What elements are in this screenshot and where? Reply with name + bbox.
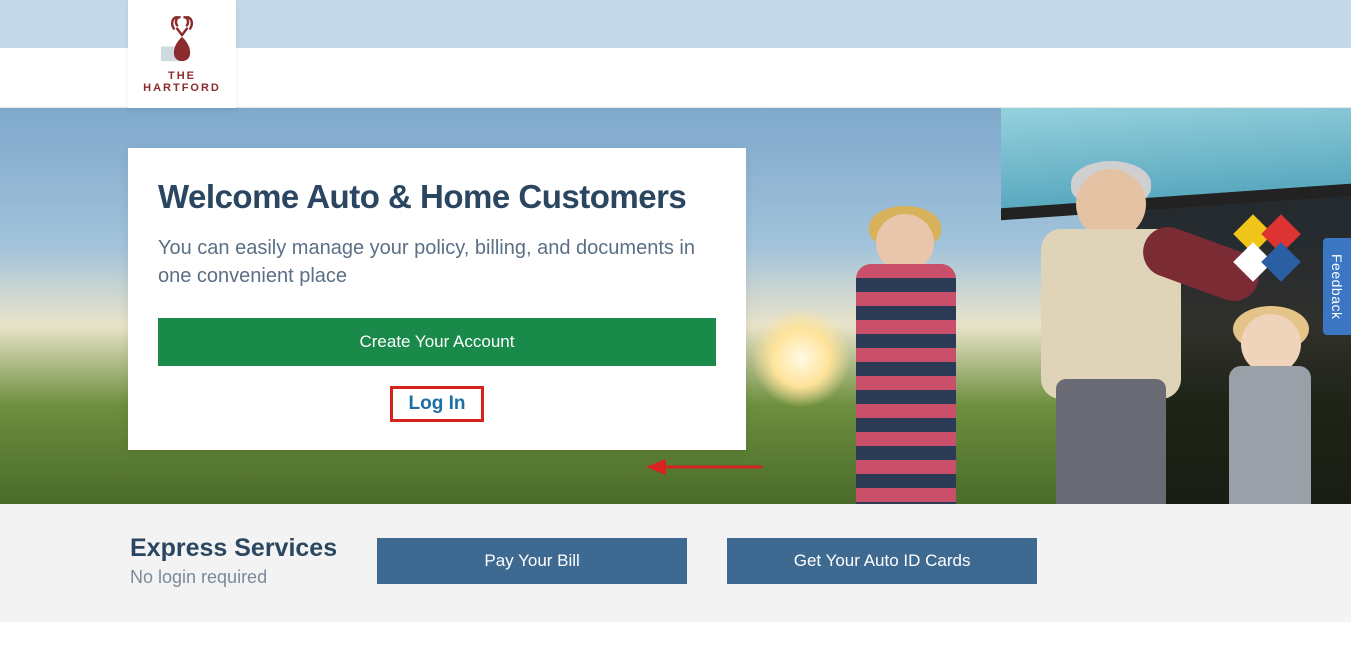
footer-spacer bbox=[0, 622, 1351, 646]
brand-text-line1: THE bbox=[168, 70, 196, 82]
hero-section: Welcome Auto & Home Customers You can ea… bbox=[0, 108, 1351, 504]
express-services-heading: Express Services No login required bbox=[130, 534, 337, 588]
brand-text-line2: HARTFORD bbox=[143, 82, 221, 94]
create-account-button[interactable]: Create Your Account bbox=[158, 318, 716, 366]
stag-icon bbox=[156, 14, 208, 66]
hartford-stag-logo: THEHARTFORD bbox=[143, 14, 221, 94]
welcome-title: Welcome Auto & Home Customers bbox=[158, 178, 716, 216]
feedback-tab[interactable]: Feedback bbox=[1323, 238, 1351, 335]
get-auto-id-cards-button[interactable]: Get Your Auto ID Cards bbox=[727, 538, 1037, 584]
login-row: Log In bbox=[158, 386, 716, 422]
brand-logo[interactable]: THEHARTFORD bbox=[128, 0, 236, 108]
main-nav: THEHARTFORD bbox=[0, 48, 1351, 108]
welcome-subtitle: You can easily manage your policy, billi… bbox=[158, 234, 716, 290]
express-subtitle: No login required bbox=[130, 567, 267, 587]
express-title: Express Services bbox=[130, 534, 337, 563]
welcome-card: Welcome Auto & Home Customers You can ea… bbox=[128, 148, 746, 450]
pay-your-bill-button[interactable]: Pay Your Bill bbox=[377, 538, 687, 584]
login-link[interactable]: Log In bbox=[390, 386, 485, 422]
express-services-section: Express Services No login required Pay Y… bbox=[0, 504, 1351, 622]
